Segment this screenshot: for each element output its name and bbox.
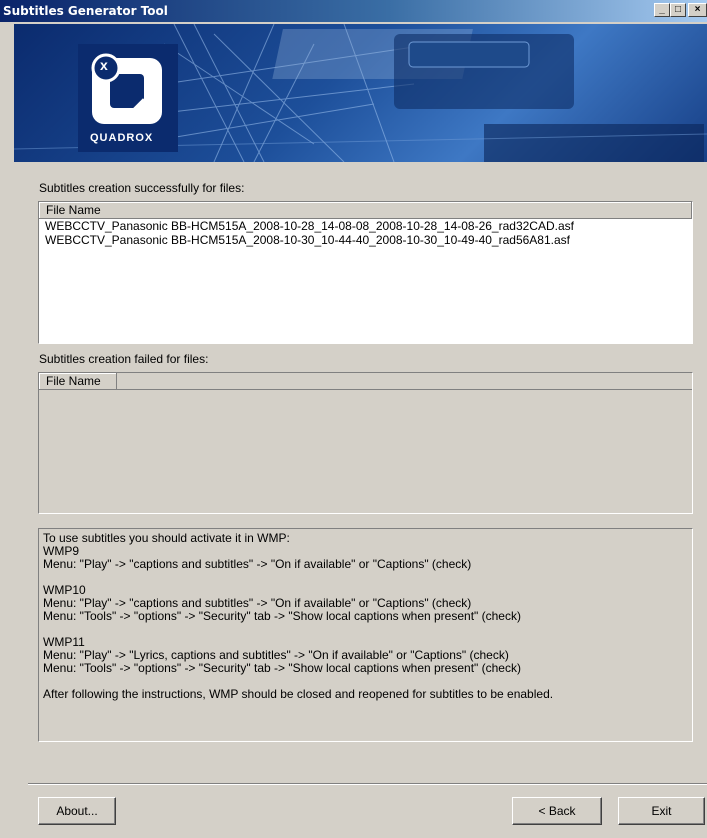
exit-button[interactable]: Exit [618, 797, 705, 825]
wmp10-line: Menu: "Tools" -> "options" -> "Security"… [43, 609, 521, 623]
wmp-instructions-box: To use subtitles you should activate it … [38, 528, 693, 742]
file-name-column-header[interactable]: File Name [39, 202, 692, 218]
close-button[interactable]: × [688, 3, 707, 17]
file-name-column-header[interactable]: File Name [39, 373, 117, 389]
success-file-list[interactable]: File Name WEBCCTV_Panasonic BB-HCM515A_2… [38, 201, 693, 344]
wmp9-line: Menu: "Play" -> "captions and subtitles"… [43, 557, 472, 571]
success-label: Subtitles creation successfully for file… [39, 181, 245, 195]
footer-divider [28, 783, 707, 785]
failed-label: Subtitles creation failed for files: [39, 352, 209, 366]
about-button[interactable]: About... [38, 797, 116, 825]
header-banner: x QUADROX [14, 24, 707, 162]
quadrox-logo: x QUADROX [76, 44, 180, 152]
restore-button[interactable]: □ [670, 3, 686, 17]
instructions-closing: After following the instructions, WMP sh… [43, 687, 554, 701]
list-item[interactable]: WEBCCTV_Panasonic BB-HCM515A_2008-10-28_… [39, 219, 692, 233]
logo-text: QUADROX [90, 132, 154, 144]
back-button[interactable]: < Back [512, 797, 602, 825]
instructions-intro: To use subtitles you should activate it … [43, 531, 290, 545]
failed-file-list[interactable]: File Name [38, 372, 693, 514]
failed-list-header: File Name [39, 373, 692, 390]
minimize-button[interactable]: _ [654, 3, 670, 17]
list-item[interactable]: WEBCCTV_Panasonic BB-HCM515A_2008-10-30_… [39, 233, 692, 247]
success-list-header: File Name [39, 202, 692, 219]
logo-glyph: x [100, 57, 108, 73]
window-title: Subtitles Generator Tool [3, 4, 168, 18]
title-bar[interactable]: Subtitles Generator Tool _ □ × [0, 0, 707, 22]
wmp11-line: Menu: "Tools" -> "options" -> "Security"… [43, 661, 521, 675]
